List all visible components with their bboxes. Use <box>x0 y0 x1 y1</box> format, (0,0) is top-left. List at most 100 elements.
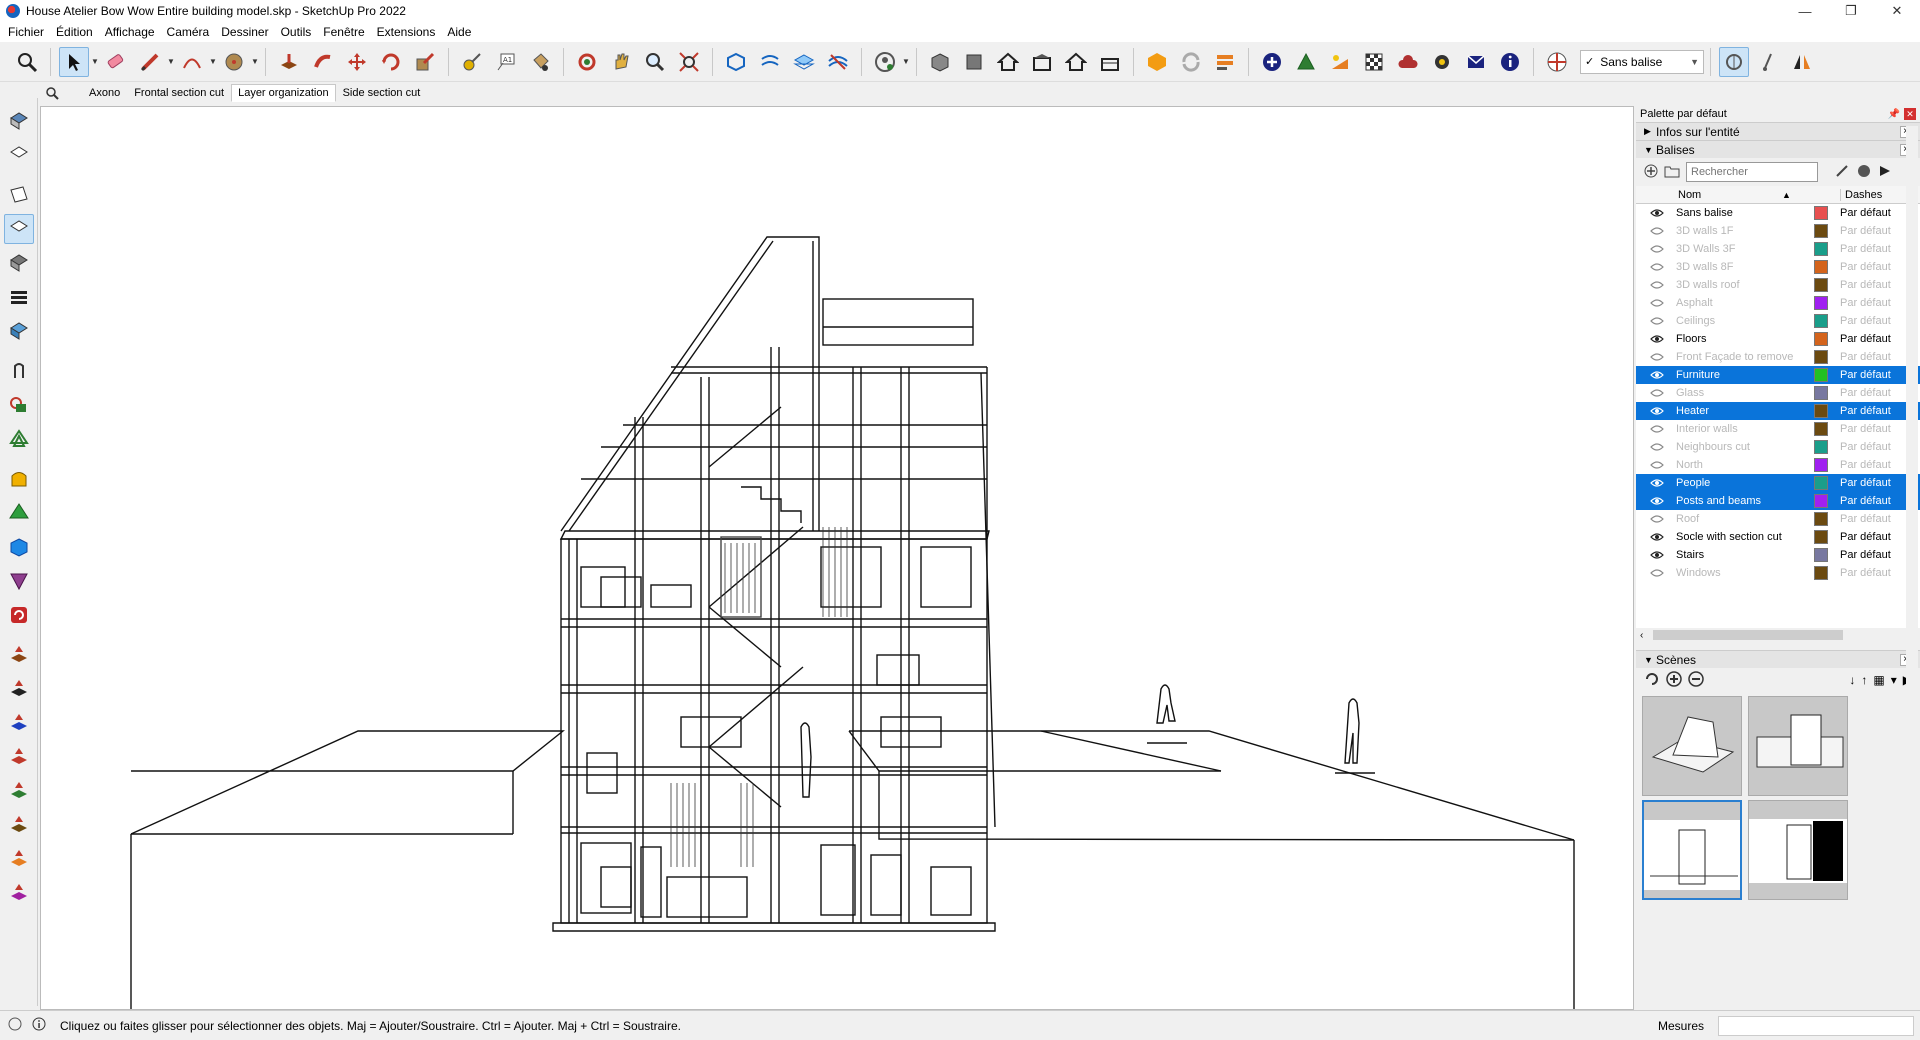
tag-row[interactable]: Front Façade to remove Par défaut <box>1636 348 1920 366</box>
select-icon[interactable] <box>59 46 89 77</box>
restore-button[interactable]: ❐ <box>1828 0 1874 22</box>
chevron-down-icon[interactable]: ▼ <box>167 47 175 77</box>
eye-icon[interactable] <box>1650 406 1664 416</box>
menu-edit[interactable]: Édition <box>50 25 99 39</box>
tag-color-swatch[interactable] <box>1814 566 1828 580</box>
section-plane-icon[interactable] <box>755 47 785 77</box>
tag-dash-style[interactable]: Par défaut <box>1840 351 1891 363</box>
tag-row[interactable]: Socle with section cut Par défaut <box>1636 528 1920 546</box>
iso-view-icon[interactable] <box>925 47 955 77</box>
pan-icon[interactable] <box>606 47 636 77</box>
help-icon[interactable] <box>8 1017 22 1034</box>
tag-dash-style[interactable]: Par défaut <box>1840 549 1891 561</box>
section-fill-icon[interactable] <box>1753 47 1783 77</box>
chevron-down-icon[interactable]: ▼ <box>91 47 99 77</box>
tag-row[interactable]: Floors Par défaut <box>1636 330 1920 348</box>
menu-window[interactable]: Fenêtre <box>317 25 370 39</box>
close-button[interactable]: ✕ <box>1874 0 1920 22</box>
eye-closed-icon[interactable] <box>1650 568 1664 578</box>
tag-color-swatch[interactable] <box>1814 422 1828 436</box>
add-tag-icon[interactable] <box>1644 164 1658 181</box>
tag-color-swatch[interactable] <box>1814 458 1828 472</box>
zoom-extents-icon[interactable] <box>674 47 704 77</box>
menu-draw[interactable]: Dessiner <box>215 25 274 39</box>
move-scene-up-icon[interactable]: ↑ <box>1861 673 1867 687</box>
axis-red-up-icon[interactable] <box>4 640 34 670</box>
pencil-icon[interactable] <box>1834 163 1850 182</box>
menu-help[interactable]: Aide <box>441 25 477 39</box>
layout-icon[interactable] <box>1210 47 1240 77</box>
follow-me-icon[interactable] <box>308 47 338 77</box>
tag-row[interactable]: 3D walls 1F Par défaut <box>1636 222 1920 240</box>
eye-closed-icon[interactable] <box>1650 262 1664 272</box>
tag-row[interactable]: Heater Par défaut <box>1636 402 1920 420</box>
top-view-icon[interactable] <box>959 47 989 77</box>
right-view-icon[interactable] <box>3 214 34 244</box>
tape-measure-icon[interactable] <box>457 47 487 77</box>
tag-color-swatch[interactable] <box>1814 314 1828 328</box>
tag-dash-style[interactable]: Par défaut <box>1840 279 1891 291</box>
house-icon[interactable] <box>993 47 1023 77</box>
tag-row[interactable]: Stairs Par défaut <box>1636 546 1920 564</box>
tags-header[interactable]: ▼ Balises × <box>1636 140 1920 158</box>
globe-icon[interactable] <box>1542 47 1572 77</box>
trim-icon[interactable] <box>4 566 34 596</box>
tag-dash-style[interactable]: Par défaut <box>1840 297 1891 309</box>
chevron-down-icon[interactable]: ▼ <box>902 47 910 77</box>
tag-dash-style[interactable]: Par défaut <box>1840 441 1891 453</box>
tag-color-swatch[interactable] <box>1814 296 1828 310</box>
axis-red-icon[interactable] <box>4 742 34 772</box>
tab-axono[interactable]: Axono <box>82 84 127 102</box>
cloud-upload-icon[interactable] <box>1393 47 1423 77</box>
xray-icon[interactable] <box>4 316 34 346</box>
tag-color-swatch[interactable] <box>1814 350 1828 364</box>
eye-closed-icon[interactable] <box>1650 280 1664 290</box>
measurements-input[interactable] <box>1718 1015 1914 1036</box>
tag-dash-style[interactable]: Par défaut <box>1840 207 1891 219</box>
tag-row[interactable]: People Par défaut <box>1636 474 1920 492</box>
close-icon[interactable]: ✕ <box>1904 108 1916 120</box>
tag-row[interactable]: Sans balise Par défaut <box>1636 204 1920 222</box>
info-icon[interactable] <box>32 1017 46 1034</box>
intersect-icon[interactable] <box>4 390 34 420</box>
column-name[interactable]: Nom <box>1678 189 1701 201</box>
tag-dash-style[interactable]: Par défaut <box>1840 261 1891 273</box>
tag-dash-style[interactable]: Par défaut <box>1840 405 1891 417</box>
tag-dash-style[interactable]: Par défaut <box>1840 369 1891 381</box>
eye-closed-icon[interactable] <box>1650 388 1664 398</box>
front-view-icon[interactable] <box>4 180 34 210</box>
tag-row[interactable]: Ceilings Par défaut <box>1636 312 1920 330</box>
tag-row[interactable]: 3D Walls 3F Par défaut <box>1636 240 1920 258</box>
axis-black-icon[interactable] <box>4 674 34 704</box>
tag-color-swatch[interactable] <box>1814 476 1828 490</box>
details-arrow-icon[interactable] <box>1878 164 1892 181</box>
mirror-icon[interactable] <box>1787 47 1817 77</box>
tree-icon[interactable] <box>1291 47 1321 77</box>
tab-layer-organization[interactable]: Layer organization <box>231 84 336 102</box>
tag-row[interactable]: 3D walls 8F Par défaut <box>1636 258 1920 276</box>
eye-closed-icon[interactable] <box>1650 352 1664 362</box>
subtract-icon[interactable] <box>4 532 34 562</box>
eraser-icon[interactable] <box>101 47 131 77</box>
component-icon[interactable] <box>721 47 751 77</box>
layers-icon[interactable] <box>789 47 819 77</box>
tag-row[interactable]: 3D walls roof Par défaut <box>1636 276 1920 294</box>
menu-extensions[interactable]: Extensions <box>371 25 442 39</box>
minimize-button[interactable]: — <box>1782 0 1828 22</box>
tag-color-swatch[interactable] <box>1814 440 1828 454</box>
right-view-icon[interactable] <box>1027 47 1057 77</box>
axis-brown-icon[interactable] <box>4 810 34 840</box>
tag-row[interactable]: Roof Par défaut <box>1636 510 1920 528</box>
scene-thumbnail-axono[interactable] <box>1642 696 1742 796</box>
union-icon[interactable] <box>4 498 34 528</box>
tag-row[interactable]: Asphalt Par défaut <box>1636 294 1920 312</box>
top-view-icon[interactable] <box>4 140 34 170</box>
eye-closed-icon[interactable] <box>1650 298 1664 308</box>
tag-dash-style[interactable]: Par défaut <box>1840 531 1891 543</box>
scenes-header[interactable]: ▼ Scènes × <box>1636 650 1920 668</box>
update-scene-icon[interactable] <box>1644 671 1660 690</box>
tag-dash-style[interactable]: Par défaut <box>1840 333 1891 345</box>
tag-dash-style[interactable]: Par défaut <box>1840 225 1891 237</box>
tag-color-swatch[interactable] <box>1814 206 1828 220</box>
eye-icon[interactable] <box>1650 550 1664 560</box>
